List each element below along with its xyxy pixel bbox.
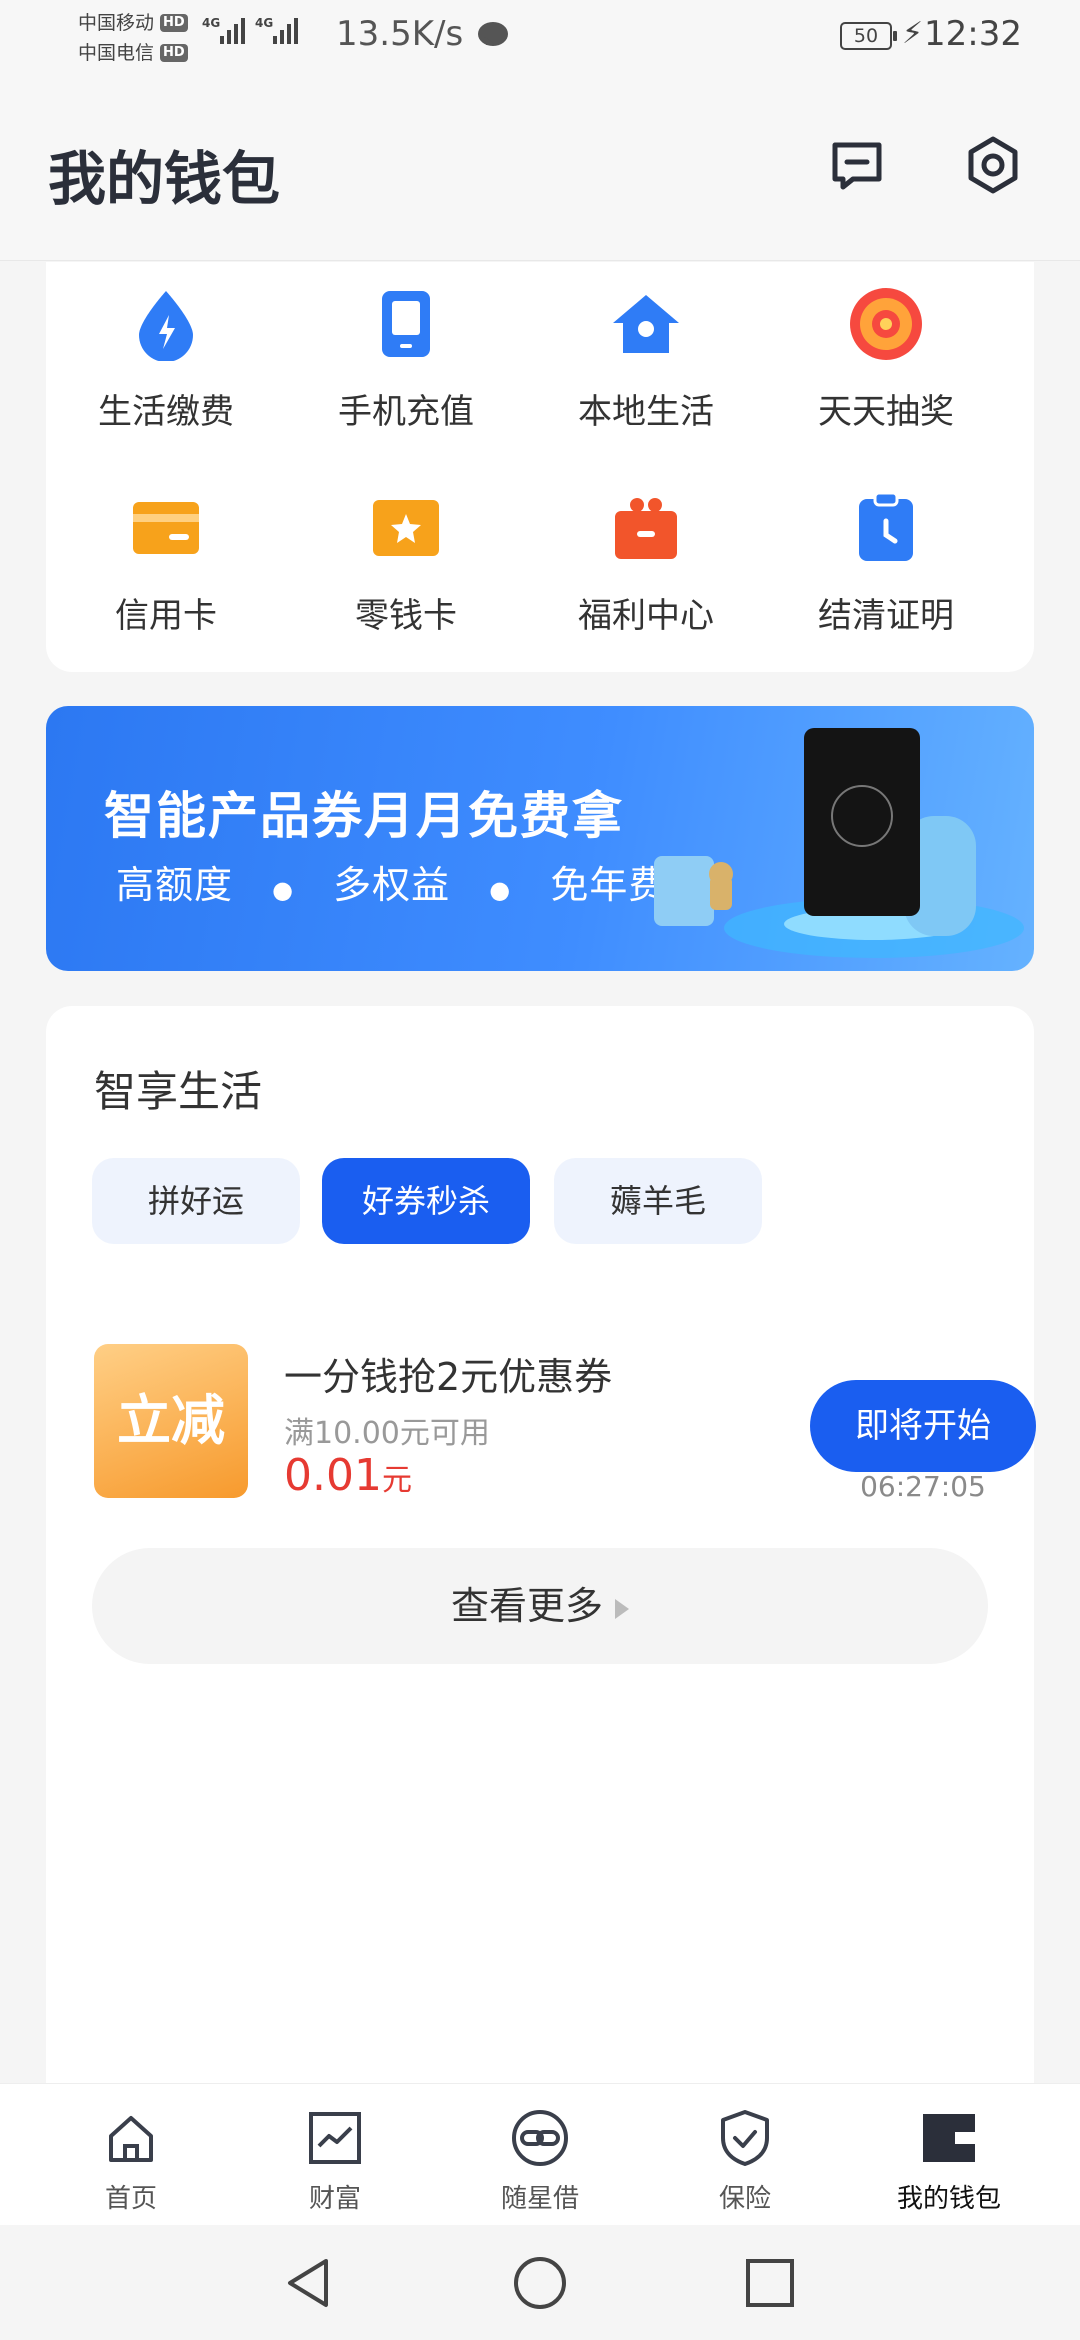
- home-location-icon: [606, 284, 686, 364]
- shortcut-label: 本地生活: [578, 392, 714, 432]
- home-system-button[interactable]: [508, 2251, 572, 2315]
- settings-icon: [968, 136, 1018, 194]
- back-triangle-icon: [288, 2259, 328, 2307]
- life-section: 智享生活 拼好运 好券秒杀 薅羊毛 立减 一分钱抢2元优惠券 满10.00元可用…: [46, 1006, 1036, 2126]
- bottom-nav: 首页 财富 随星借 保险 我的钱包: [0, 2083, 1080, 2225]
- signal-icons: 4G 4G: [202, 16, 298, 44]
- nav-label: 随星借: [500, 2184, 579, 2214]
- carrier-name: 中国电信: [78, 42, 155, 64]
- shield-icon: [713, 2106, 777, 2170]
- header: 我的钱包: [0, 76, 1080, 261]
- settings-button[interactable]: [958, 130, 1028, 200]
- shortcut-grid: 生活缴费 手机充值 本地生活 天天抽奖 信用卡 零钱卡 福利中心 结清证明: [46, 262, 1034, 672]
- network-tag: 4G: [255, 16, 274, 30]
- shortcut-welfare-center[interactable]: 福利中心: [526, 488, 766, 637]
- shortcut-local-life[interactable]: 本地生活: [526, 284, 766, 433]
- section-title: 智享生活: [94, 1067, 263, 1116]
- banner-illustration: [654, 728, 1024, 958]
- promo-banner[interactable]: 智能产品券月月免费拿 高额度 ● 多权益 ● 免年费: [46, 706, 1034, 971]
- message-icon: [832, 142, 882, 190]
- shortcut-change-card[interactable]: 零钱卡: [286, 488, 526, 637]
- banner-title: 智能产品券月月免费拿: [104, 787, 624, 845]
- shortcut-label: 生活缴费: [98, 392, 234, 432]
- clock: 12:32: [924, 14, 1022, 54]
- nav-my-wallet[interactable]: 我的钱包: [874, 2106, 1024, 2215]
- page-title: 我的钱包: [48, 145, 281, 213]
- shortcut-label: 福利中心: [578, 596, 714, 636]
- home-icon: [99, 2106, 163, 2170]
- bullet-separator: ●: [272, 876, 295, 904]
- countdown-timer: 06:27:05: [860, 1470, 986, 1503]
- nav-label: 保险: [718, 2184, 771, 2214]
- chart-icon: [303, 2106, 367, 2170]
- link-circle-icon: [508, 2106, 572, 2170]
- recents-square-icon: [746, 2259, 794, 2307]
- clipboard-clock-icon: [846, 488, 926, 568]
- net-speed: 13.5K/s: [336, 14, 464, 54]
- recents-button[interactable]: [738, 2251, 802, 2315]
- deal-thumbnail: 立减: [94, 1344, 248, 1498]
- nav-wealth[interactable]: 财富: [260, 2106, 410, 2215]
- carrier-name: 中国移动: [78, 12, 155, 34]
- shortcut-daily-lottery[interactable]: 天天抽奖: [766, 284, 1006, 433]
- home-circle-icon: [514, 2257, 566, 2309]
- nav-insurance[interactable]: 保险: [670, 2106, 820, 2215]
- tab-coupon-flash-sale[interactable]: 好券秒杀: [322, 1158, 530, 1244]
- deal-price: 0.01元: [284, 1450, 412, 1501]
- shortcut-label: 天天抽奖: [818, 392, 954, 432]
- status-bar: 中国移动 HD 中国电信 HD 4G 4G 13.5K/s 50 ⚡ 12:32: [0, 0, 1080, 76]
- hd-badge: HD: [160, 44, 188, 62]
- chat-bubble-icon: [478, 22, 508, 46]
- coming-soon-button[interactable]: 即将开始: [810, 1380, 1036, 1472]
- deal-condition: 满10.00元可用: [284, 1416, 490, 1451]
- nav-label: 我的钱包: [896, 2184, 1001, 2214]
- star-card-icon: [366, 488, 446, 568]
- deal-title: 一分钱抢2元优惠券: [284, 1355, 613, 1399]
- price-value: 0.01: [284, 1450, 382, 1501]
- banner-point: 高额度: [116, 863, 234, 907]
- banner-point: 多权益: [333, 863, 451, 907]
- shortcut-credit-card[interactable]: 信用卡: [46, 488, 286, 637]
- lucky-wheel-icon: [846, 284, 926, 364]
- shortcut-label: 手机充值: [338, 392, 474, 432]
- deal-item[interactable]: 立减 一分钱抢2元优惠券 满10.00元可用 0.01元 即将开始 06:27:…: [94, 1344, 1036, 1504]
- carriers: 中国移动 HD 中国电信 HD: [78, 8, 188, 68]
- back-button[interactable]: [276, 2251, 340, 2315]
- phone-icon: [366, 284, 446, 364]
- wallet-icon: [917, 2106, 981, 2170]
- tab-pin-hao-yun[interactable]: 拼好运: [92, 1158, 300, 1244]
- credit-card-icon: [126, 488, 206, 568]
- shortcut-bill-payment[interactable]: 生活缴费: [46, 284, 286, 433]
- shortcut-phone-topup[interactable]: 手机充值: [286, 284, 526, 433]
- signal-icon: 4G: [202, 16, 245, 44]
- shortcut-label: 零钱卡: [355, 596, 457, 636]
- triangle-right-icon: [615, 1598, 629, 1619]
- wallet-page: 中国移动 HD 中国电信 HD 4G 4G 13.5K/s 50 ⚡ 12:32…: [0, 0, 1080, 2340]
- carrier-row: 中国电信 HD: [78, 38, 188, 68]
- banner-subtitle: 高额度 ● 多权益 ● 免年费: [116, 854, 667, 909]
- nav-label: 首页: [104, 2184, 157, 2214]
- battery-icon: 50: [840, 22, 897, 50]
- network-tag: 4G: [202, 16, 221, 30]
- nav-home[interactable]: 首页: [56, 2106, 206, 2215]
- nav-star-loan[interactable]: 随星借: [465, 2106, 615, 2215]
- water-drop-icon: [126, 284, 206, 364]
- view-more-button[interactable]: 查看更多: [92, 1548, 988, 1664]
- hd-badge: HD: [160, 14, 188, 32]
- view-more-label: 查看更多: [450, 1584, 603, 1628]
- message-button[interactable]: [822, 130, 892, 200]
- shortcut-label: 信用卡: [115, 596, 217, 636]
- tab-freebies[interactable]: 薅羊毛: [554, 1158, 762, 1244]
- shortcut-settlement-proof[interactable]: 结清证明: [766, 488, 1006, 637]
- price-unit: 元: [381, 1463, 412, 1498]
- system-nav-bar: [0, 2225, 1080, 2340]
- shortcut-label: 结清证明: [818, 596, 954, 636]
- nav-label: 财富: [308, 2184, 361, 2214]
- bullet-separator: ●: [489, 876, 512, 904]
- signal-icon: 4G: [255, 16, 298, 44]
- charging-icon: ⚡: [902, 16, 924, 51]
- carrier-row: 中国移动 HD: [78, 8, 188, 38]
- gift-box-icon: [606, 488, 686, 568]
